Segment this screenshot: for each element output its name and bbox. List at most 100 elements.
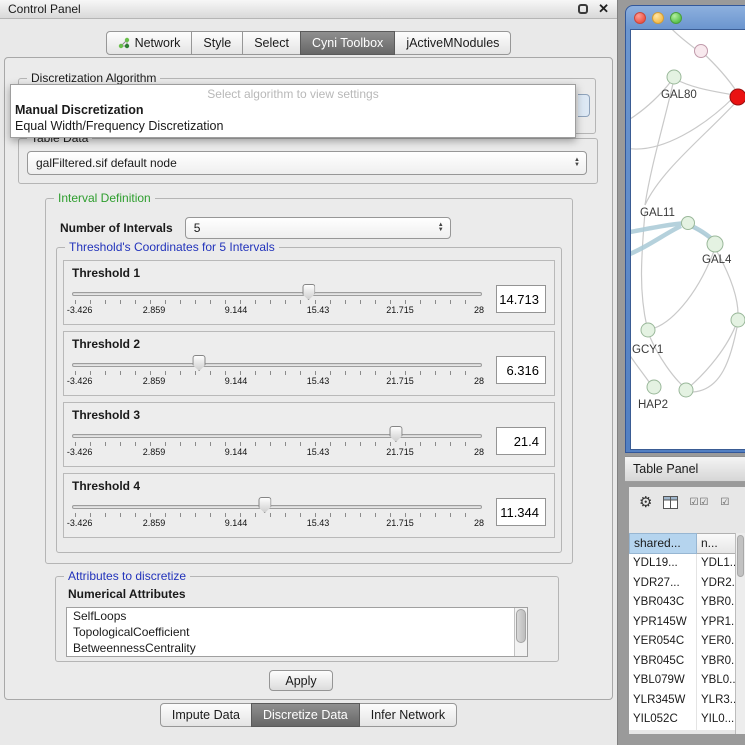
scale-label: -3.426	[67, 305, 93, 315]
cell-shared-name[interactable]: YPR145W	[629, 613, 697, 633]
threshold-slider[interactable]: -3.426 2.859 9.144 15.43 21.715 28	[72, 283, 482, 317]
cell-shared-name[interactable]: YIL052C	[629, 710, 697, 730]
discretization-algorithm-group-label: Discretization Algorithm	[27, 71, 160, 85]
tab-impute-data-label: Impute Data	[172, 708, 240, 722]
attributes-group: Attributes to discretize Numerical Attri…	[55, 576, 559, 662]
scale-label: -3.426	[67, 518, 93, 528]
column-selector-icon[interactable]	[663, 496, 678, 509]
cell-shared-name[interactable]: YDR27...	[629, 574, 697, 594]
table-row[interactable]: YLR345WYLR3...	[629, 691, 745, 711]
cell-shared-name[interactable]: YBR043C	[629, 593, 697, 613]
table-row[interactable]: YER054CYER0...	[629, 632, 745, 652]
window-title: Control Panel	[8, 2, 578, 16]
slider-ticks	[75, 371, 479, 375]
close-traffic-light[interactable]	[634, 12, 646, 24]
thresholds-group-label: Threshold's Coordinates for 5 Intervals	[65, 240, 279, 254]
scale-label: 9.144	[225, 305, 248, 315]
column-header-shared-name[interactable]: shared...	[629, 533, 697, 554]
tab-style[interactable]: Style	[191, 31, 243, 55]
threshold-value-field[interactable]	[496, 427, 546, 455]
threshold-label: Threshold 3	[72, 408, 546, 422]
slider-ticks	[75, 513, 479, 517]
bottom-tabbar: Impute Data Discretize Data Infer Networ…	[0, 703, 617, 727]
numerical-attributes-list[interactable]: SelfLoops TopologicalCoefficient Between…	[66, 607, 528, 657]
cell-shared-name[interactable]: YDL19...	[629, 554, 697, 574]
algorithm-option-manual[interactable]: Manual Discretization	[11, 102, 575, 118]
slider-track[interactable]	[72, 505, 482, 509]
threshold-value-field[interactable]	[496, 356, 546, 384]
select-columns-icon[interactable]: ☑☑	[689, 497, 709, 508]
cell-shared-name[interactable]: YLR345W	[629, 691, 697, 711]
list-scrollbar-thumb[interactable]	[516, 609, 526, 643]
apply-button[interactable]: Apply	[269, 670, 333, 691]
tab-infer-network[interactable]: Infer Network	[359, 703, 457, 727]
slider-track[interactable]	[72, 434, 482, 438]
tab-jactivemnodules[interactable]: jActiveMNodules	[394, 31, 511, 55]
cell-shared-name[interactable]: YBL079W	[629, 671, 697, 691]
cell-shared-name[interactable]: YER054C	[629, 632, 697, 652]
control-panel-window: Control Panel ✕ Network Style Select Cyn…	[0, 0, 618, 745]
scale-label: 2.859	[143, 376, 166, 386]
scale-label: 28	[474, 305, 484, 315]
slider-thumb[interactable]	[302, 284, 315, 300]
table-row[interactable]: YDL19...YDL1...	[629, 554, 745, 574]
network-node	[695, 45, 708, 58]
table-row[interactable]: YBR045CYBR0...	[629, 652, 745, 672]
number-of-intervals-combobox[interactable]: 5 ▲▼	[185, 217, 451, 239]
slider-thumb[interactable]	[389, 426, 402, 442]
table-data-combobox[interactable]: galFiltered.sif default node ▲▼	[27, 151, 587, 175]
threshold-panel: Threshold 1 -3.426 2.859 9.144 15.43	[63, 260, 555, 325]
close-window-button[interactable]: ✕	[598, 4, 609, 14]
tab-network[interactable]: Network	[106, 31, 193, 55]
threshold-slider[interactable]: -3.426 2.859 9.144 15.43 21.715 28	[72, 354, 482, 388]
network-node	[731, 313, 745, 327]
threshold-slider[interactable]: -3.426 2.859 9.144 15.43 21.715 28	[72, 425, 482, 459]
tab-select[interactable]: Select	[242, 31, 301, 55]
algorithm-combobox-edge[interactable]	[578, 94, 590, 117]
slider-thumb[interactable]	[193, 355, 206, 371]
table-body: YDL19...YDL1... YDR27...YDR2... YBR043CY…	[629, 554, 745, 730]
network-canvas[interactable]: GAL80 GAL11 GAL4 GCY1 HAP2	[630, 29, 745, 450]
list-scrollbar[interactable]	[514, 608, 527, 656]
network-view-window: GAL80 GAL11 GAL4 GCY1 HAP2	[625, 5, 745, 453]
scale-label: 28	[474, 447, 484, 457]
table-scrollbar-thumb[interactable]	[737, 535, 744, 577]
table-settings-gear-icon[interactable]: ⚙	[639, 493, 652, 511]
table-header-row: shared... n...	[629, 533, 745, 554]
tab-cyni-toolbox[interactable]: Cyni Toolbox	[300, 31, 395, 55]
slider-scale: -3.426 2.859 9.144 15.43 21.715 28	[72, 518, 482, 528]
scale-label: 15.43	[307, 447, 330, 457]
table-row[interactable]: YBR043CYBR0...	[629, 593, 745, 613]
tab-discretize-data[interactable]: Discretize Data	[251, 703, 360, 727]
network-node-label: GCY1	[632, 344, 663, 356]
tab-discretize-data-label: Discretize Data	[263, 708, 348, 722]
cell-shared-name[interactable]: YBR045C	[629, 652, 697, 672]
list-item[interactable]: SelfLoops	[67, 608, 527, 624]
select-rows-icon[interactable]: ☑	[720, 497, 730, 508]
table-row[interactable]: YBL079WYBL0...	[629, 671, 745, 691]
list-item[interactable]: BetweennessCentrality	[67, 640, 527, 656]
slider-track[interactable]	[72, 363, 482, 367]
table-row[interactable]: YIL052CYIL0...	[629, 710, 745, 730]
scale-label: 28	[474, 518, 484, 528]
float-window-button[interactable]	[578, 4, 588, 14]
table-scrollbar[interactable]	[735, 533, 745, 734]
minimize-traffic-light[interactable]	[652, 12, 664, 24]
slider-track[interactable]	[72, 292, 482, 296]
table-row[interactable]: YPR145WYPR1...	[629, 613, 745, 633]
tab-impute-data[interactable]: Impute Data	[160, 703, 252, 727]
threshold-slider[interactable]: -3.426 2.859 9.144 15.43 21.715 28	[72, 496, 482, 530]
threshold-value-field[interactable]	[496, 498, 546, 526]
combobox-stepper-icon: ▲▼	[568, 158, 586, 168]
tab-style-label: Style	[203, 36, 231, 50]
threshold-label: Threshold 2	[72, 337, 546, 351]
zoom-traffic-light[interactable]	[670, 12, 682, 24]
scale-label: 21.715	[386, 305, 414, 315]
list-item[interactable]: TopologicalCoefficient	[67, 624, 527, 640]
table-row[interactable]: YDR27...YDR2...	[629, 574, 745, 594]
threshold-value-field[interactable]	[496, 285, 546, 313]
slider-ticks	[75, 300, 479, 304]
scale-label: 2.859	[143, 305, 166, 315]
slider-thumb[interactable]	[258, 497, 271, 513]
algorithm-option-equal-width[interactable]: Equal Width/Frequency Discretization	[11, 118, 575, 134]
